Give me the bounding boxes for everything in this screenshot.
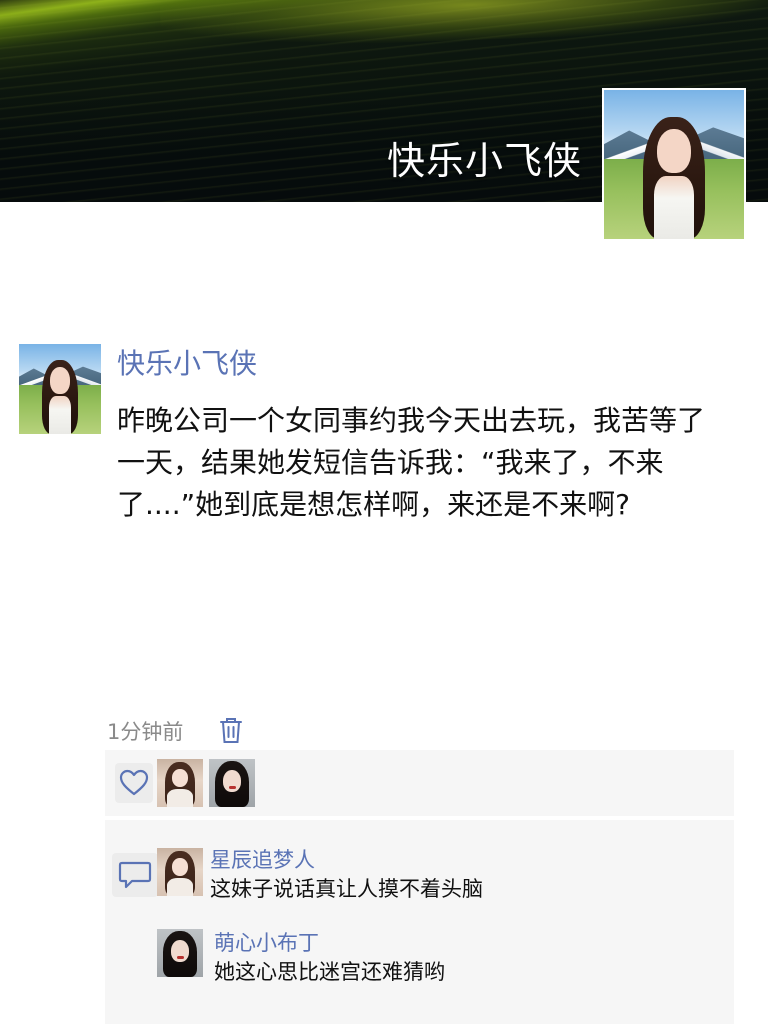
comment-item[interactable]: 星辰追梦人 这妹子说话真让人摸不着头脑 (105, 844, 734, 901)
comment-author[interactable]: 星辰追梦人 (210, 844, 315, 874)
liker-avatar[interactable] (209, 759, 255, 807)
post-author-avatar[interactable] (19, 344, 101, 434)
profile-avatar[interactable] (602, 88, 746, 241)
profile-name[interactable]: 快乐小飞侠 (387, 130, 582, 185)
post-text: 昨晚公司一个女同事约我今天出去玩，我苦等了一天，结果她发短信告诉我：“我来了，不… (117, 404, 706, 521)
like-button[interactable] (115, 763, 153, 803)
comment-item[interactable]: 萌心小布丁 她这心思比迷宫还难猜哟 (105, 927, 734, 984)
trash-icon (220, 718, 242, 743)
comment-author[interactable]: 萌心小布丁 (214, 927, 319, 957)
post-timestamp: 1分钟前 (107, 720, 184, 744)
comment-text: 这妹子说话真让人摸不着头脑 (210, 877, 483, 901)
commenter-avatar[interactable] (157, 848, 203, 896)
delete-button[interactable] (217, 714, 245, 746)
heart-outline-icon (119, 769, 149, 796)
liker-avatar[interactable] (157, 759, 203, 807)
comment-text: 她这心思比迷宫还难猜哟 (214, 960, 445, 984)
likes-panel (105, 750, 734, 816)
post-author-name[interactable]: 快乐小飞侠 (117, 342, 257, 382)
commenter-avatar[interactable] (157, 929, 203, 977)
comments-panel: 星辰追梦人 这妹子说话真让人摸不着头脑 萌心小布丁 她这心思比迷宫还难猜哟 (105, 820, 734, 1024)
